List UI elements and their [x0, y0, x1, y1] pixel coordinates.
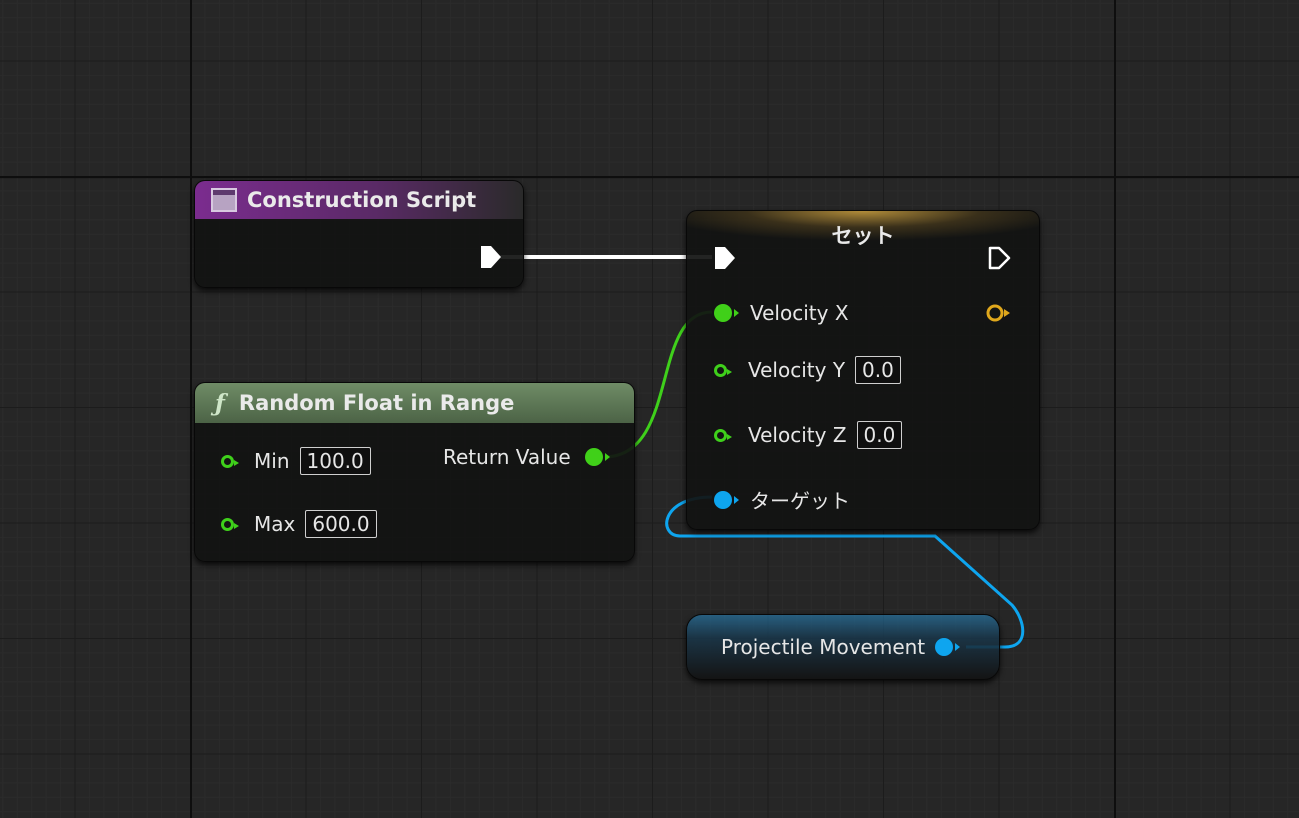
min-value-field[interactable]: 100.0 — [299, 447, 371, 475]
exec-in-pin[interactable] — [713, 245, 737, 271]
min-label: Min — [254, 449, 290, 473]
velocity-y-pin[interactable] — [714, 363, 732, 377]
velocity-z-pin[interactable] — [714, 428, 732, 442]
random-float-header[interactable]: ƒ Random Float in Range — [195, 383, 634, 423]
max-value-field[interactable]: 600.0 — [305, 510, 377, 538]
max-pin[interactable] — [221, 517, 239, 531]
min-pin[interactable] — [221, 454, 239, 468]
max-pin-row[interactable]: Max 600.0 — [221, 510, 377, 538]
projectile-movement-node[interactable]: Projectile Movement — [686, 614, 1000, 680]
min-pin-row[interactable]: Min 100.0 — [221, 447, 371, 475]
target-row[interactable]: ターゲット — [714, 485, 850, 514]
velocity-output-pin[interactable] — [985, 303, 1013, 325]
return-value-row[interactable]: Return Value — [443, 445, 610, 469]
set-title: セット — [831, 224, 895, 248]
random-float-title: Random Float in Range — [238, 391, 515, 415]
target-pin[interactable] — [714, 490, 739, 509]
velocity-z-row[interactable]: Velocity Z 0.0 — [714, 421, 903, 449]
function-icon: ƒ — [215, 389, 225, 417]
velocity-z-label: Velocity Z — [748, 423, 847, 447]
exec-then-pin[interactable] — [987, 245, 1013, 271]
set-node[interactable]: セット Velocity X Velocity Y 0.0 Velocity Z… — [686, 210, 1040, 530]
velocity-y-field[interactable]: 0.0 — [855, 356, 901, 384]
construction-script-header[interactable]: Construction Script — [195, 181, 523, 219]
projectile-movement-pin[interactable] — [935, 638, 961, 656]
return-value-pin[interactable] — [584, 448, 610, 466]
event-icon — [211, 188, 237, 212]
velocity-x-label: Velocity X — [750, 301, 849, 325]
return-value-label: Return Value — [443, 445, 571, 469]
projectile-movement-row[interactable]: Projectile Movement — [721, 635, 961, 659]
blueprint-graph[interactable]: Construction Script ƒ Random Float in Ra… — [0, 0, 1299, 818]
projectile-movement-label: Projectile Movement — [721, 635, 926, 659]
random-float-node[interactable]: ƒ Random Float in Range Min 100.0 Max 60… — [194, 382, 635, 562]
target-label: ターゲット — [750, 489, 850, 513]
velocity-z-field[interactable]: 0.0 — [856, 421, 903, 449]
construction-script-node[interactable]: Construction Script — [194, 180, 524, 288]
exec-out-pin[interactable] — [479, 244, 503, 270]
velocity-y-label: Velocity Y — [748, 358, 846, 382]
construction-script-title: Construction Script — [247, 188, 477, 212]
velocity-x-pin[interactable] — [714, 304, 739, 322]
velocity-y-row[interactable]: Velocity Y 0.0 — [714, 356, 901, 384]
max-label: Max — [254, 512, 296, 536]
velocity-x-row[interactable]: Velocity X — [714, 301, 849, 325]
